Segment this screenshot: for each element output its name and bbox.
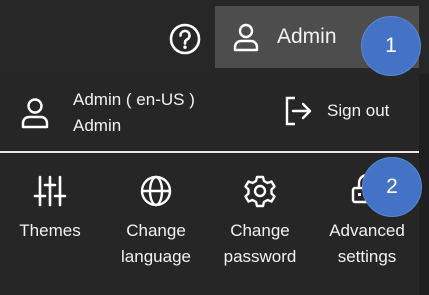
change-language-button[interactable]: Change language	[108, 174, 204, 270]
step-badge-1: 1	[361, 16, 421, 76]
gear-icon	[244, 175, 276, 208]
sign-out-button[interactable]: Sign out	[283, 92, 389, 130]
divider	[0, 151, 419, 153]
step-badge-2: 2	[362, 157, 422, 217]
advanced-settings-line: Advanced settings	[329, 221, 405, 266]
user-menu-panel: Admin ( en-US ) Admin Sign out Themes Ch…	[0, 74, 419, 295]
user-icon	[233, 23, 259, 52]
change-language-line: Change language	[121, 221, 191, 266]
action-row: Themes Change language Change password A…	[0, 174, 419, 284]
change-password-line: Change password	[223, 221, 297, 266]
help-button[interactable]	[168, 22, 202, 56]
profile-names: Admin ( en-US ) Admin	[73, 87, 195, 139]
profile-role: Admin	[73, 116, 122, 135]
change-password-label: Change password	[224, 218, 297, 270]
profile-row: Admin ( en-US ) Admin Sign out	[0, 74, 419, 150]
sliders-icon	[33, 175, 67, 207]
sign-out-label: Sign out	[327, 101, 390, 120]
help-icon	[169, 23, 201, 55]
themes-label: Themes	[19, 221, 81, 240]
themes-button[interactable]: Themes	[14, 174, 86, 244]
profile-name-locale: Admin ( en-US )	[73, 90, 195, 109]
change-language-label: Change language	[121, 218, 191, 270]
sign-out-icon	[285, 96, 312, 126]
user-menu-label: Admin	[277, 25, 337, 48]
globe-icon	[140, 175, 172, 207]
user-avatar-icon	[21, 98, 49, 129]
advanced-settings-label: Advanced settings	[329, 218, 405, 270]
change-password-button[interactable]: Change password	[212, 174, 308, 270]
